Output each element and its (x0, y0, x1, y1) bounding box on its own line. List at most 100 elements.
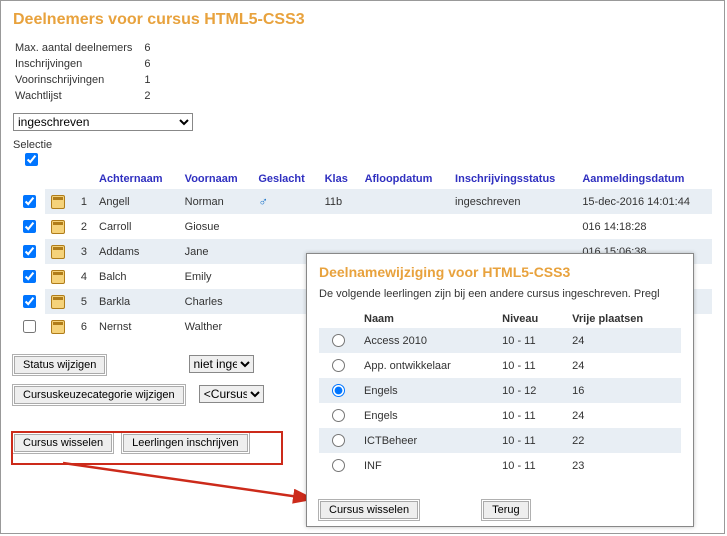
row-checkbox[interactable] (23, 220, 36, 233)
category-change-button[interactable]: Cursuskeuzecategorie wijzigen (14, 386, 184, 404)
male-icon: ♂ (258, 194, 268, 209)
row-checkbox[interactable] (23, 270, 36, 283)
calendar-icon[interactable] (51, 270, 65, 284)
dialog-option-level: 10 - 12 (494, 378, 564, 403)
row-class: 11b (319, 189, 359, 214)
stat-wait-label: Wachtlijst (15, 89, 138, 103)
select-all-checkbox[interactable] (25, 153, 38, 166)
dialog-col-free: Vrije plaatsen (564, 310, 681, 328)
row-lastname: Addams (93, 239, 179, 264)
row-checkbox[interactable] (23, 320, 36, 333)
dialog-option-name: Engels (356, 403, 494, 428)
dialog-option-name: App. ontwikkelaar (356, 353, 494, 378)
row-checkbox[interactable] (23, 295, 36, 308)
dialog-option-level: 10 - 11 (494, 353, 564, 378)
dialog-option-row: ICTBeheer10 - 1122 (319, 428, 681, 453)
row-lastname: Balch (93, 264, 179, 289)
table-row: 2CarrollGiosue016 14:18:28 (13, 214, 712, 239)
col-class[interactable]: Klas (319, 169, 359, 189)
row-gender (252, 214, 318, 239)
stat-insc-label: Inschrijvingen (15, 57, 138, 71)
row-gender: ♂ (252, 189, 318, 214)
table-row: 1AngellNorman ♂ 11b ingeschreven15-dec-2016… (13, 189, 712, 214)
row-checkbox[interactable] (23, 195, 36, 208)
dialog-option-name: Engels (356, 378, 494, 403)
dialog-option-row: Engels10 - 1124 (319, 403, 681, 428)
dialog-back-button[interactable]: Terug (483, 501, 529, 519)
selection-label: Selectie (13, 139, 52, 151)
row-checkbox[interactable] (23, 245, 36, 258)
calendar-icon[interactable] (51, 295, 65, 309)
col-expiry[interactable]: Afloopdatum (359, 169, 449, 189)
row-regdate: 016 14:18:28 (576, 214, 712, 239)
dialog-option-level: 10 - 11 (494, 428, 564, 453)
dialog-option-row: Access 201010 - 1124 (319, 328, 681, 353)
row-expiry (359, 214, 449, 239)
stat-insc-val: 6 (140, 57, 156, 71)
calendar-icon[interactable] (51, 245, 65, 259)
calendar-icon[interactable] (51, 320, 65, 334)
dialog-option-level: 10 - 11 (494, 328, 564, 353)
dialog-option-free: 24 (564, 403, 681, 428)
filter-select[interactable]: ingeschreven (13, 113, 193, 131)
category-select[interactable]: <Cursusk (199, 385, 264, 403)
dialog-option-name: INF (356, 453, 494, 478)
calendar-icon[interactable] (51, 195, 65, 209)
dialog-message: De volgende leerlingen zijn bij een ande… (319, 288, 681, 300)
row-status (449, 214, 576, 239)
row-index: 4 (71, 264, 93, 289)
dialog-option-level: 10 - 11 (494, 403, 564, 428)
stat-pre-label: Voorinschrijvingen (15, 73, 138, 87)
dialog-option-free: 23 (564, 453, 681, 478)
col-gender[interactable]: Geslacht (252, 169, 318, 189)
row-firstname: Giosue (179, 214, 253, 239)
dialog-option-free: 24 (564, 328, 681, 353)
status-select[interactable]: niet inges (189, 355, 254, 373)
row-firstname: Norman (179, 189, 253, 214)
dialog-option-radio[interactable] (332, 409, 345, 422)
stat-max-label: Max. aantal deelnemers (15, 41, 138, 55)
row-lastname: Barkla (93, 289, 179, 314)
dialog-options-table: Naam Niveau Vrije plaatsen Access 201010… (319, 310, 681, 478)
dialog-option-radio[interactable] (332, 359, 345, 372)
row-index: 6 (71, 314, 93, 339)
col-regdate[interactable]: Aanmeldingsdatum (576, 169, 712, 189)
dialog-option-name: Access 2010 (356, 328, 494, 353)
dialog-option-radio[interactable] (332, 384, 345, 397)
row-index: 2 (71, 214, 93, 239)
calendar-icon[interactable] (51, 220, 65, 234)
row-firstname: Charles (179, 289, 253, 314)
row-expiry (359, 189, 449, 214)
row-index: 1 (71, 189, 93, 214)
col-firstname[interactable]: Voornaam (179, 169, 253, 189)
dialog-option-free: 16 (564, 378, 681, 403)
row-lastname: Angell (93, 189, 179, 214)
course-swap-button[interactable]: Cursus wisselen (14, 434, 112, 452)
row-class (319, 214, 359, 239)
row-status: ingeschreven (449, 189, 576, 214)
col-lastname[interactable]: Achternaam (93, 169, 179, 189)
dialog-option-radio[interactable] (332, 459, 345, 472)
dialog-option-name: ICTBeheer (356, 428, 494, 453)
stats-table: Max. aantal deelnemers6 Inschrijvingen6 … (13, 39, 159, 105)
row-index: 3 (71, 239, 93, 264)
row-regdate: 15-dec-2016 14:01:44 (576, 189, 712, 214)
dialog-option-radio[interactable] (332, 334, 345, 347)
dialog-swap-button[interactable]: Cursus wisselen (320, 501, 418, 519)
row-firstname: Walther (179, 314, 253, 339)
dialog-title: Deelnamewijziging voor HTML5-CSS3 (319, 264, 681, 280)
stat-wait-val: 2 (140, 89, 156, 103)
row-firstname: Emily (179, 264, 253, 289)
dialog-option-row: Engels10 - 1216 (319, 378, 681, 403)
row-index: 5 (71, 289, 93, 314)
col-status[interactable]: Inschrijvingsstatus (449, 169, 576, 189)
status-change-button[interactable]: Status wijzigen (14, 356, 105, 374)
row-lastname: Nernst (93, 314, 179, 339)
dialog-col-name: Naam (356, 310, 494, 328)
stat-max-val: 6 (140, 41, 156, 55)
course-change-dialog: Deelnamewijziging voor HTML5-CSS3 De vol… (306, 253, 694, 527)
enroll-button[interactable]: Leerlingen inschrijven (123, 434, 247, 452)
dialog-option-radio[interactable] (332, 434, 345, 447)
dialog-option-level: 10 - 11 (494, 453, 564, 478)
dialog-option-row: App. ontwikkelaar10 - 1124 (319, 353, 681, 378)
